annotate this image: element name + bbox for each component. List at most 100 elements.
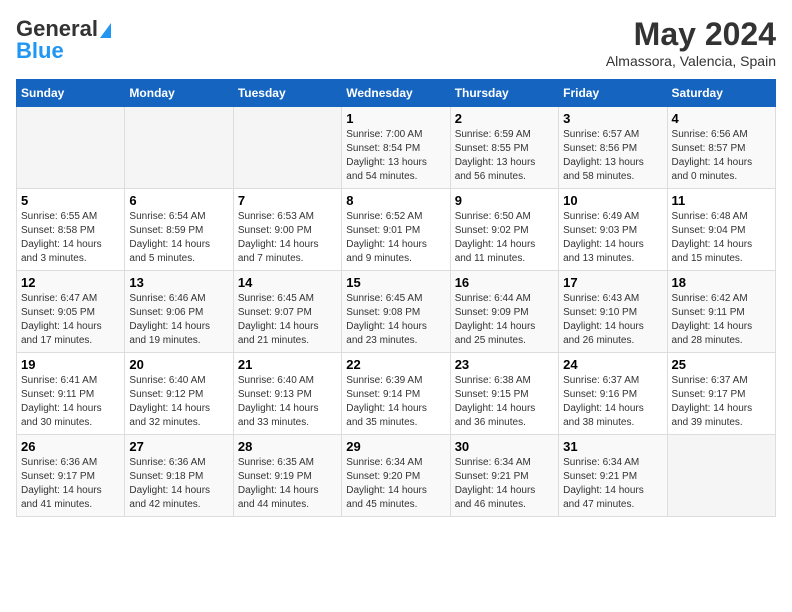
day-cell: 26 Sunrise: 6:36 AM Sunset: 9:17 PM Dayli…	[17, 435, 125, 517]
weekday-header-row: SundayMondayTuesdayWednesdayThursdayFrid…	[17, 80, 776, 107]
day-info: Sunrise: 6:41 AM Sunset: 9:11 PM Dayligh…	[21, 374, 120, 430]
day-cell: 21 Sunrise: 6:40 AM Sunset: 9:13 PM Dayli…	[233, 353, 341, 435]
day-cell: 19 Sunrise: 6:41 AM Sunset: 9:11 PM Dayli…	[17, 353, 125, 435]
day-cell	[667, 435, 775, 517]
day-cell: 25 Sunrise: 6:37 AM Sunset: 9:17 PM Dayli…	[667, 353, 775, 435]
day-number: 17	[563, 275, 662, 290]
day-cell	[125, 107, 233, 189]
calendar-table: SundayMondayTuesdayWednesdayThursdayFrid…	[16, 79, 776, 517]
day-info: Sunrise: 6:37 AM Sunset: 9:16 PM Dayligh…	[563, 374, 662, 430]
day-cell: 22Sunrise: 6:39 AM Sunset: 9:14 PM Dayli…	[342, 353, 450, 435]
day-cell: 13 Sunrise: 6:46 AM Sunset: 9:06 PM Dayli…	[125, 271, 233, 353]
day-cell: 8 Sunrise: 6:52 AM Sunset: 9:01 PM Daylig…	[342, 189, 450, 271]
weekday-header-friday: Friday	[559, 80, 667, 107]
day-number: 31	[563, 439, 662, 454]
weekday-header-thursday: Thursday	[450, 80, 558, 107]
day-info: Sunrise: 6:37 AM Sunset: 9:17 PM Dayligh…	[672, 374, 771, 430]
day-info: Sunrise: 6:45 AM Sunset: 9:07 PM Dayligh…	[238, 292, 337, 348]
day-info: Sunrise: 6:52 AM Sunset: 9:01 PM Dayligh…	[346, 210, 445, 266]
day-cell: 3 Sunrise: 6:57 AM Sunset: 8:56 PM Daylig…	[559, 107, 667, 189]
day-info: Sunrise: 6:56 AM Sunset: 8:57 PM Dayligh…	[672, 128, 771, 184]
day-cell: 12 Sunrise: 6:47 AM Sunset: 9:05 PM Dayli…	[17, 271, 125, 353]
day-info: Sunrise: 6:49 AM Sunset: 9:03 PM Dayligh…	[563, 210, 662, 266]
day-number: 20	[129, 357, 228, 372]
day-info: Sunrise: 6:34 AM Sunset: 9:21 PM Dayligh…	[563, 456, 662, 512]
day-cell: 18 Sunrise: 6:42 AM Sunset: 9:11 PM Dayli…	[667, 271, 775, 353]
day-cell: 27 Sunrise: 6:36 AM Sunset: 9:18 PM Dayli…	[125, 435, 233, 517]
day-info: Sunrise: 6:59 AM Sunset: 8:55 PM Dayligh…	[455, 128, 554, 184]
day-info: Sunrise: 6:55 AM Sunset: 8:58 PM Dayligh…	[21, 210, 120, 266]
page-header: General Blue May 2024 Almassora, Valenci…	[16, 16, 776, 69]
day-number: 14	[238, 275, 337, 290]
day-number: 4	[672, 111, 771, 126]
day-number: 26	[21, 439, 120, 454]
day-number: 25	[672, 357, 771, 372]
day-cell	[233, 107, 341, 189]
day-info: Sunrise: 6:53 AM Sunset: 9:00 PM Dayligh…	[238, 210, 337, 266]
weekday-header-monday: Monday	[125, 80, 233, 107]
day-number: 16	[455, 275, 554, 290]
day-info: Sunrise: 6:36 AM Sunset: 9:17 PM Dayligh…	[21, 456, 120, 512]
day-info: Sunrise: 6:57 AM Sunset: 8:56 PM Dayligh…	[563, 128, 662, 184]
day-info: Sunrise: 6:45 AM Sunset: 9:08 PM Dayligh…	[346, 292, 445, 348]
weekday-header-sunday: Sunday	[17, 80, 125, 107]
day-cell: 23 Sunrise: 6:38 AM Sunset: 9:15 PM Dayli…	[450, 353, 558, 435]
day-cell: 7 Sunrise: 6:53 AM Sunset: 9:00 PM Daylig…	[233, 189, 341, 271]
day-number: 7	[238, 193, 337, 208]
day-cell: 20 Sunrise: 6:40 AM Sunset: 9:12 PM Dayli…	[125, 353, 233, 435]
day-number: 13	[129, 275, 228, 290]
day-number: 28	[238, 439, 337, 454]
day-info: Sunrise: 7:00 AM Sunset: 8:54 PM Dayligh…	[346, 128, 445, 184]
day-info: Sunrise: 6:42 AM Sunset: 9:11 PM Dayligh…	[672, 292, 771, 348]
day-cell: 2Sunrise: 6:59 AM Sunset: 8:55 PM Daylig…	[450, 107, 558, 189]
day-cell: 10 Sunrise: 6:49 AM Sunset: 9:03 PM Dayli…	[559, 189, 667, 271]
day-number: 8	[346, 193, 445, 208]
day-number: 23	[455, 357, 554, 372]
day-number: 30	[455, 439, 554, 454]
day-info: Sunrise: 6:34 AM Sunset: 9:20 PM Dayligh…	[346, 456, 445, 512]
day-number: 3	[563, 111, 662, 126]
day-cell: 30 Sunrise: 6:34 AM Sunset: 9:21 PM Dayli…	[450, 435, 558, 517]
day-info: Sunrise: 6:46 AM Sunset: 9:06 PM Dayligh…	[129, 292, 228, 348]
day-number: 24	[563, 357, 662, 372]
week-row-4: 19 Sunrise: 6:41 AM Sunset: 9:11 PM Dayli…	[17, 353, 776, 435]
day-number: 11	[672, 193, 771, 208]
day-number: 21	[238, 357, 337, 372]
day-cell: 4 Sunrise: 6:56 AM Sunset: 8:57 PM Daylig…	[667, 107, 775, 189]
week-row-1: 1 Sunrise: 7:00 AM Sunset: 8:54 PM Daylig…	[17, 107, 776, 189]
day-info: Sunrise: 6:43 AM Sunset: 9:10 PM Dayligh…	[563, 292, 662, 348]
day-cell: 17 Sunrise: 6:43 AM Sunset: 9:10 PM Dayli…	[559, 271, 667, 353]
day-number: 18	[672, 275, 771, 290]
day-info: Sunrise: 6:44 AM Sunset: 9:09 PM Dayligh…	[455, 292, 554, 348]
day-number: 19	[21, 357, 120, 372]
weekday-header-tuesday: Tuesday	[233, 80, 341, 107]
day-cell: 11 Sunrise: 6:48 AM Sunset: 9:04 PM Dayli…	[667, 189, 775, 271]
day-info: Sunrise: 6:40 AM Sunset: 9:13 PM Dayligh…	[238, 374, 337, 430]
logo-blue: Blue	[16, 38, 64, 64]
day-cell: 6Sunrise: 6:54 AM Sunset: 8:59 PM Daylig…	[125, 189, 233, 271]
week-row-2: 5Sunrise: 6:55 AM Sunset: 8:58 PM Daylig…	[17, 189, 776, 271]
day-number: 29	[346, 439, 445, 454]
day-cell	[17, 107, 125, 189]
day-info: Sunrise: 6:40 AM Sunset: 9:12 PM Dayligh…	[129, 374, 228, 430]
day-number: 1	[346, 111, 445, 126]
day-info: Sunrise: 6:38 AM Sunset: 9:15 PM Dayligh…	[455, 374, 554, 430]
day-info: Sunrise: 6:36 AM Sunset: 9:18 PM Dayligh…	[129, 456, 228, 512]
day-cell: 28Sunrise: 6:35 AM Sunset: 9:19 PM Dayli…	[233, 435, 341, 517]
day-number: 10	[563, 193, 662, 208]
day-number: 22	[346, 357, 445, 372]
day-info: Sunrise: 6:34 AM Sunset: 9:21 PM Dayligh…	[455, 456, 554, 512]
day-info: Sunrise: 6:48 AM Sunset: 9:04 PM Dayligh…	[672, 210, 771, 266]
logo: General Blue	[16, 16, 111, 64]
weekday-header-saturday: Saturday	[667, 80, 775, 107]
day-info: Sunrise: 6:50 AM Sunset: 9:02 PM Dayligh…	[455, 210, 554, 266]
day-number: 27	[129, 439, 228, 454]
day-cell: 1 Sunrise: 7:00 AM Sunset: 8:54 PM Daylig…	[342, 107, 450, 189]
day-cell: 31 Sunrise: 6:34 AM Sunset: 9:21 PM Dayli…	[559, 435, 667, 517]
day-cell: 29 Sunrise: 6:34 AM Sunset: 9:20 PM Dayli…	[342, 435, 450, 517]
location: Almassora, Valencia, Spain	[606, 53, 776, 69]
day-cell: 5Sunrise: 6:55 AM Sunset: 8:58 PM Daylig…	[17, 189, 125, 271]
day-cell: 24 Sunrise: 6:37 AM Sunset: 9:16 PM Dayli…	[559, 353, 667, 435]
day-info: Sunrise: 6:47 AM Sunset: 9:05 PM Dayligh…	[21, 292, 120, 348]
day-number: 12	[21, 275, 120, 290]
